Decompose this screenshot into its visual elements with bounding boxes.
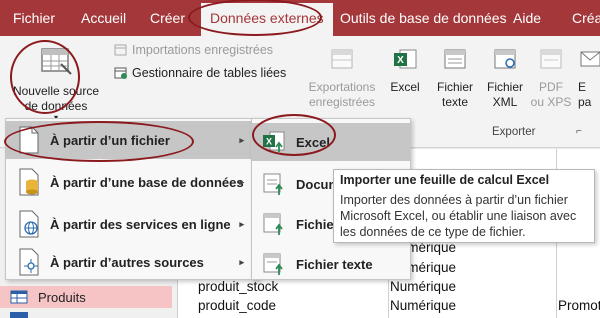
export-text-label-2: texte [441,95,468,109]
tab-fichier[interactable]: Fichier [13,0,55,36]
word-import-icon [263,173,283,195]
export-pdf-label-2: ou XPS [530,95,572,109]
xml-file-icon [494,49,516,69]
ribbon-tab-bar: Fichier Accueil Créer Données externes O… [0,0,600,36]
menu-item-label: À partir d’un fichier [50,132,170,148]
text-import-icon [263,253,283,275]
email-icon [580,51,600,67]
menu-item-from-online-services[interactable]: À partir des services en ligne ▸ [6,205,258,243]
new-source-label-2: de données [24,99,88,113]
tab-aide[interactable]: Aide [513,0,541,36]
export-xml-label-2: XML [492,95,518,109]
table-wand-icon [41,48,72,75]
export-pdf-xps-button[interactable]: PDF ou XPS [530,48,572,110]
database-icon [19,168,39,196]
menu-item-label: À partir des services en ligne [50,216,231,232]
tab-donnees-externes[interactable]: Données externes [201,3,333,36]
row-field-name[interactable]: produit_code [198,298,276,313]
saved-imports-button[interactable]: Importations enregistrées [114,43,273,57]
saved-exports-label-2: enregistrées [308,95,376,109]
new-data-source-button[interactable]: Nouvelle source de données ▾ [6,46,106,122]
menu-item-label: À partir d’autres sources [50,254,204,270]
export-email-button[interactable]: E pa [578,48,600,110]
nav-item-produits[interactable]: Produits [0,286,172,308]
new-source-label-1: Nouvelle source [12,84,100,98]
file-import-icon [263,213,283,235]
export-text-label-1: Fichier [436,80,473,94]
text-file-icon [444,49,466,69]
pdf-file-icon [540,49,562,69]
menu-item-from-file[interactable]: À partir d’un fichier ▸ [6,121,258,159]
nav-item-label: Produits [38,289,86,305]
linked-tables-label: Gestionnaire de tables liées [132,66,287,80]
row-description[interactable]: Promot [558,298,600,313]
saved-exports-label-1: Exportations [308,80,376,94]
submenu-item-label: Fichier texte [296,256,373,272]
new-source-dropdown-menu: À partir d’un fichier ▸ À partir d’une b… [5,118,259,280]
tab-outils-base-donnees[interactable]: Outils de base de données [340,0,507,36]
table-icon [10,312,28,318]
tooltip-title: Importer une feuille de calcul Excel [340,173,550,187]
globe-file-icon [19,210,39,238]
export-email-label-1: E [578,80,587,94]
export-xml-label-1: Fichier [486,80,523,94]
saved-imports-label: Importations enregistrées [132,43,274,57]
svg-text:X: X [266,137,272,147]
export-pdf-label-1: PDF [539,80,563,94]
network-file-icon [19,248,39,276]
export-text-file-button[interactable]: Fichier texte [432,48,478,110]
submenu-item-label: Excel [296,134,330,150]
row-type[interactable]: Numérique [390,298,456,313]
chevron-right-icon: ▸ [239,218,244,229]
menu-item-from-database[interactable]: À partir d’une base de données ▸ [6,163,258,201]
tab-creer[interactable]: Créer [150,0,185,36]
excel-icon: X [394,49,417,69]
excel-icon: X [263,131,285,152]
table-icon [10,290,28,304]
saved-imports-icon [114,44,127,56]
export-excel-label: Excel [390,80,420,94]
file-icon [19,126,39,154]
menu-item-label: À partir d’une base de données [50,174,244,190]
saved-exports-button[interactable]: Exportations enregistrées [302,48,382,110]
linked-table-manager-button[interactable]: Gestionnaire de tables liées [114,66,286,80]
dialog-launcher-icon[interactable]: ⌐ [576,126,582,137]
tab-creation[interactable]: Créa [572,0,600,36]
submenu-item-excel[interactable]: X Excel [252,123,410,161]
export-excel-button[interactable]: X Excel [386,48,424,95]
export-group-label: Exporter [492,126,536,138]
excel-import-tooltip: Importer une feuille de calcul Excel Imp… [333,169,595,243]
tooltip-body: Importer des données à partir d’un fichi… [340,193,577,239]
tab-accueil[interactable]: Accueil [81,0,126,36]
saved-exports-icon [331,49,353,69]
chevron-right-icon: ▸ [239,176,244,187]
menu-item-from-other-sources[interactable]: À partir d’autres sources ▸ [6,243,258,281]
chevron-right-icon: ▸ [239,134,244,145]
chevron-right-icon: ▸ [239,256,244,267]
svg-text:X: X [397,55,404,66]
submenu-item-text-file[interactable]: Fichier texte [252,245,410,283]
export-xml-button[interactable]: Fichier XML [484,48,526,110]
linked-tables-icon [114,67,127,79]
export-email-label-2: pa [578,95,592,109]
